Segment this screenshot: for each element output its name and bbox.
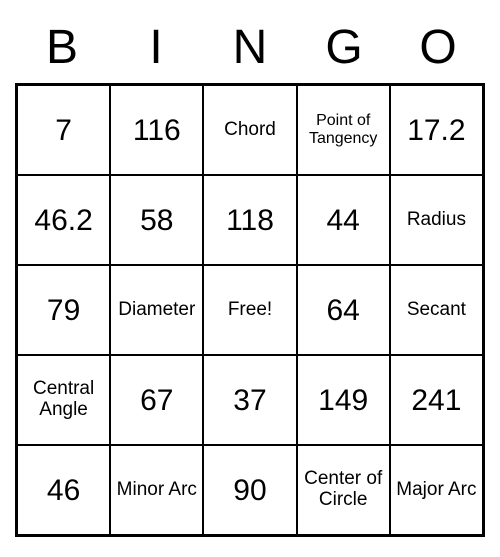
bingo-cell[interactable]: Minor Arc — [110, 445, 203, 535]
bingo-cell[interactable]: Point of Tangency — [297, 85, 390, 175]
bingo-cell[interactable]: 90 — [203, 445, 296, 535]
bingo-cell[interactable]: 149 — [297, 355, 390, 445]
bingo-cell[interactable]: Central Angle — [17, 355, 110, 445]
bingo-cell[interactable]: 46.2 — [17, 175, 110, 265]
bingo-header-row: B I N G O — [15, 20, 485, 75]
bingo-cell[interactable]: 79 — [17, 265, 110, 355]
header-o: O — [391, 20, 485, 75]
bingo-cell[interactable]: 67 — [110, 355, 203, 445]
header-b: B — [15, 20, 109, 75]
bingo-grid: 7116ChordPoint of Tangency17.246.2581184… — [15, 83, 485, 537]
bingo-cell[interactable]: Free! — [203, 265, 296, 355]
bingo-cell[interactable]: 58 — [110, 175, 203, 265]
header-i: I — [109, 20, 203, 75]
header-n: N — [203, 20, 297, 75]
bingo-cell[interactable]: 7 — [17, 85, 110, 175]
bingo-cell[interactable]: 241 — [390, 355, 483, 445]
bingo-cell[interactable]: 64 — [297, 265, 390, 355]
header-g: G — [297, 20, 391, 75]
bingo-cell[interactable]: Radius — [390, 175, 483, 265]
bingo-cell[interactable]: Center of Circle — [297, 445, 390, 535]
bingo-cell[interactable]: 44 — [297, 175, 390, 265]
bingo-cell[interactable]: 37 — [203, 355, 296, 445]
bingo-cell[interactable]: Secant — [390, 265, 483, 355]
bingo-cell[interactable]: Chord — [203, 85, 296, 175]
bingo-cell[interactable]: 118 — [203, 175, 296, 265]
bingo-cell[interactable]: 17.2 — [390, 85, 483, 175]
bingo-cell[interactable]: Diameter — [110, 265, 203, 355]
bingo-cell[interactable]: 116 — [110, 85, 203, 175]
bingo-cell[interactable]: Major Arc — [390, 445, 483, 535]
bingo-card: B I N G O 7116ChordPoint of Tangency17.2… — [15, 20, 485, 537]
bingo-cell[interactable]: 46 — [17, 445, 110, 535]
